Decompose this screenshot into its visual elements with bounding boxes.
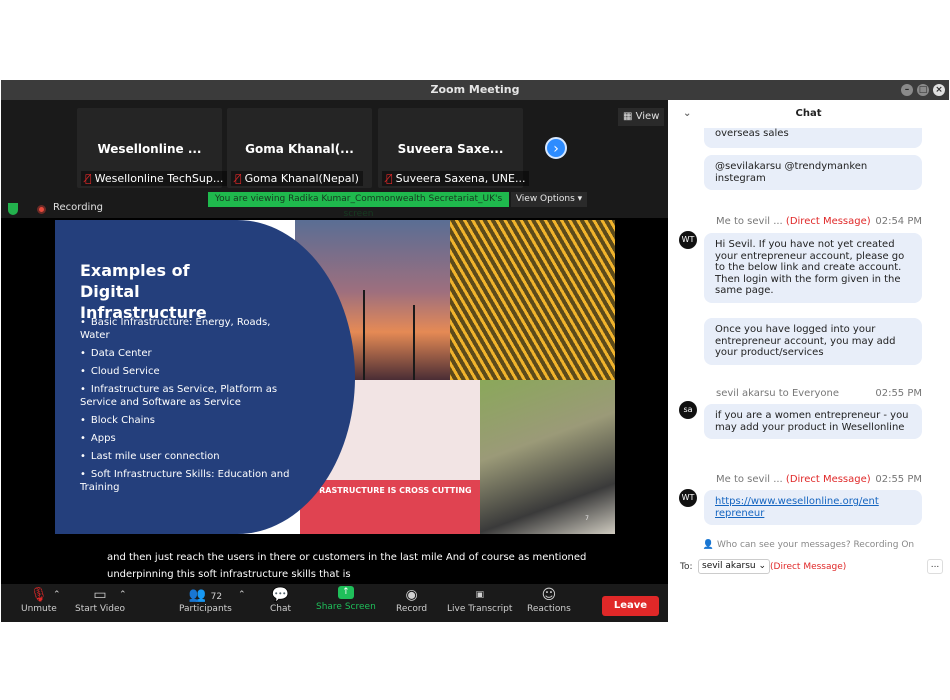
bullet: Infrastructure as Service, Platform as S…	[80, 383, 300, 409]
caption-line: underpinning this soft infrastructure sk…	[107, 569, 351, 580]
window-title: Zoom Meeting	[430, 83, 520, 96]
chat-button[interactable]: 💬 Chat	[270, 586, 291, 614]
participants-button[interactable]: 👥 72 Participants	[179, 586, 232, 614]
video-options-caret[interactable]: ⌃	[119, 590, 127, 600]
participant-name: Goma Khanal(...	[245, 142, 354, 156]
chevron-down-icon[interactable]: ⌄	[683, 100, 691, 128]
video-off-icon: ▭	[93, 587, 107, 603]
mic-off-icon: 🎙	[30, 587, 48, 603]
view-label: View	[635, 111, 660, 122]
message-sender: sevil akarsu to Everyone 02:55 PM	[716, 388, 922, 399]
reactions-icon: ☺	[541, 587, 557, 603]
direct-message-label: (Direct Message)	[770, 562, 847, 572]
record-icon: ◉	[405, 587, 418, 603]
participant-label: Wesellonline TechSup...	[94, 172, 224, 185]
participant-strip: Wesellonline ... 🎙̸ Wesellonline TechSup.…	[1, 100, 668, 219]
chat-message: https://www.wesellonline.org/entrepreneu…	[704, 490, 922, 525]
reactions-button[interactable]: ☺ Reactions	[527, 586, 571, 614]
slide-title: Examples of Digital Infrastructure	[80, 261, 207, 322]
chat-message: Once you have logged into your entrepren…	[704, 318, 922, 365]
bullet: Basic Infrastructure: Energy, Roads, Wat…	[80, 316, 300, 342]
bullet: Last mile user connection	[80, 450, 300, 463]
participant-name: Suveera Saxe...	[397, 142, 504, 156]
shared-screen: INFRASTRUCTURE IS CROSS CUTTING 7 Exampl…	[1, 218, 668, 602]
window-titlebar: Zoom Meeting – □ ×	[1, 80, 949, 100]
chat-message: overseas sales	[704, 128, 922, 148]
live-caption: and then just reach the users in there o…	[107, 549, 607, 583]
bullet: Block Chains	[80, 414, 300, 427]
cc-icon: ▣	[475, 590, 484, 600]
meeting-area: Wesellonline ... 🎙̸ Wesellonline TechSup.…	[1, 100, 668, 622]
participant-tile[interactable]: Suveera Saxe... 🎙̸ Suveera Saxena, UNE...	[378, 108, 530, 188]
unmute-button[interactable]: 🎙 Unmute	[21, 586, 57, 614]
record-icon	[37, 205, 46, 214]
message-sender: Me to sevil ... (Direct Message) 02:54 P…	[716, 216, 922, 227]
chat-title: Chat	[795, 108, 822, 119]
caption-line: and then just reach the users in there o…	[107, 552, 587, 563]
message-link[interactable]: https://www.wesellonline.org/entrepreneu…	[715, 496, 879, 519]
chat-header: ⌄ Chat	[668, 100, 949, 128]
more-options-button[interactable]: ...	[927, 559, 943, 574]
mic-off-icon: 🎙̸	[235, 172, 242, 185]
message-sender: Me to sevil ... (Direct Message) 02:55 P…	[716, 474, 922, 485]
slide-text-panel: Examples of Digital Infrastructure Basic…	[55, 220, 355, 534]
next-page-button[interactable]: ›	[545, 137, 567, 159]
chat-icon: 💬	[271, 587, 290, 603]
shield-icon[interactable]	[8, 203, 18, 215]
recipient-row: To: sevil akarsu ⌄ (Direct Message) ...	[668, 558, 949, 578]
chat-input[interactable]	[668, 580, 949, 622]
bullet: Soft Infrastructure Skills: Education an…	[80, 468, 300, 494]
participants-icon: 👥 72	[188, 587, 223, 603]
record-button[interactable]: ◉ Record	[396, 586, 427, 614]
bullet: Cloud Service	[80, 365, 300, 378]
share-screen-button[interactable]: ↑ Share Screen	[316, 586, 376, 612]
participants-options-caret[interactable]: ⌃	[238, 590, 246, 600]
participant-tile[interactable]: Wesellonline ... 🎙̸ Wesellonline TechSup.…	[77, 108, 228, 188]
chat-message: if you are a women entrepreneur - you ma…	[704, 404, 922, 439]
bullet: Data Center	[80, 347, 300, 360]
mic-off-icon: 🎙̸	[85, 172, 92, 185]
avatar: sa	[679, 401, 697, 419]
participant-label: Goma Khanal(Nepal)	[244, 172, 359, 185]
avatar: WT	[679, 489, 697, 507]
participant-name: Wesellonline ...	[97, 142, 202, 156]
avatar: WT	[679, 231, 697, 249]
slide-bullets: Basic Infrastructure: Energy, Roads, Wat…	[80, 316, 300, 499]
people-icon: 👤	[702, 540, 715, 550]
slide-page-number: 7	[585, 515, 589, 522]
bullet: Apps	[80, 432, 300, 445]
chat-message: @sevilakarsu @trendymanken instegram	[704, 155, 922, 190]
share-screen-icon: ↑	[337, 586, 354, 599]
maximize-button[interactable]: □	[917, 84, 929, 96]
viewing-banner: You are viewing Radika Kumar_Commonwealt…	[208, 192, 509, 219]
minimize-button[interactable]: –	[901, 84, 913, 96]
chat-panel: ⌄ Chat overseas sales @sevilakarsu @tren…	[668, 100, 949, 622]
audio-options-caret[interactable]: ⌃	[53, 590, 61, 600]
mic-off-icon: 🎙̸	[386, 172, 393, 185]
band-text: INFRASTRUCTURE IS CROSS CUTTING	[300, 480, 480, 534]
start-video-button[interactable]: ▭ Start Video	[75, 586, 125, 614]
recording-label: Recording	[53, 202, 104, 213]
chat-messages: overseas sales @sevilakarsu @trendymanke…	[668, 128, 949, 540]
privacy-notice[interactable]: 👤 Who can see your messages? Recording O…	[668, 540, 949, 554]
zoom-window: Zoom Meeting – □ × Wesellonline ... 🎙̸ We…	[1, 80, 949, 622]
participant-label: Suveera Saxena, UNE...	[395, 172, 526, 185]
leave-button[interactable]: Leave	[602, 596, 659, 616]
participant-tile[interactable]: Goma Khanal(... 🎙̸ Goma Khanal(Nepal)	[227, 108, 372, 188]
network-cables-image	[450, 220, 615, 380]
close-button[interactable]: ×	[933, 84, 945, 96]
live-transcript-button[interactable]: ▣ Live Transcript	[447, 586, 512, 614]
chat-message: Hi Sevil. If you have not yet created yo…	[704, 233, 922, 303]
recipient-select[interactable]: sevil akarsu ⌄	[698, 559, 770, 574]
presentation-slide: INFRASTRUCTURE IS CROSS CUTTING 7 Exampl…	[55, 220, 615, 534]
view-options-button[interactable]: View Options ▾	[511, 192, 587, 207]
view-button[interactable]: ▦ View	[618, 108, 665, 126]
meeting-toolbar: 🎙 Unmute ⌃ ▭ Start Video ⌃ 👥 72 Particip…	[1, 584, 668, 622]
laptop-image: 7	[480, 380, 615, 534]
to-label: To:	[680, 562, 693, 572]
